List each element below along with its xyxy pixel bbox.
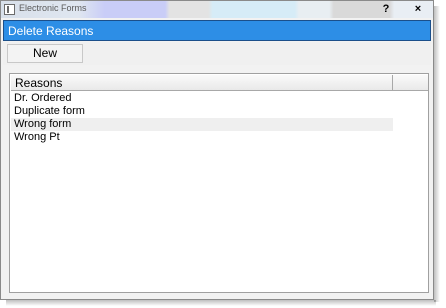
help-button[interactable]: ? <box>374 2 398 16</box>
toolbar: New <box>3 42 431 65</box>
app-window-icon <box>4 4 15 15</box>
window-title: Electronic Forms <box>19 3 87 13</box>
list-item-highlighted[interactable]: Wrong form <box>11 118 393 131</box>
list-item[interactable]: Dr. Ordered <box>11 92 393 105</box>
new-button[interactable]: New <box>7 44 83 63</box>
column-header-filler <box>393 75 428 91</box>
column-header-reasons[interactable]: Reasons <box>11 75 393 91</box>
close-button[interactable]: × <box>406 2 430 16</box>
window-shadow-right <box>434 6 440 302</box>
list-item[interactable]: Wrong Pt <box>11 131 393 144</box>
window-shadow-bottom <box>6 300 436 306</box>
reasons-list: Dr. Ordered Duplicate form Wrong form Wr… <box>11 92 393 144</box>
title-bar[interactable]: Electronic Forms ? × <box>1 1 433 18</box>
list-item[interactable]: Duplicate form <box>11 105 393 118</box>
electronic-forms-window: Electronic Forms ? × Delete Reasons New … <box>0 0 434 300</box>
reasons-grid[interactable]: Reasons Dr. Ordered Duplicate form Wrong… <box>9 73 429 293</box>
dialog-title: Delete Reasons <box>8 24 94 38</box>
column-header-label: Reasons <box>15 76 63 90</box>
dialog-header: Delete Reasons <box>3 20 431 41</box>
